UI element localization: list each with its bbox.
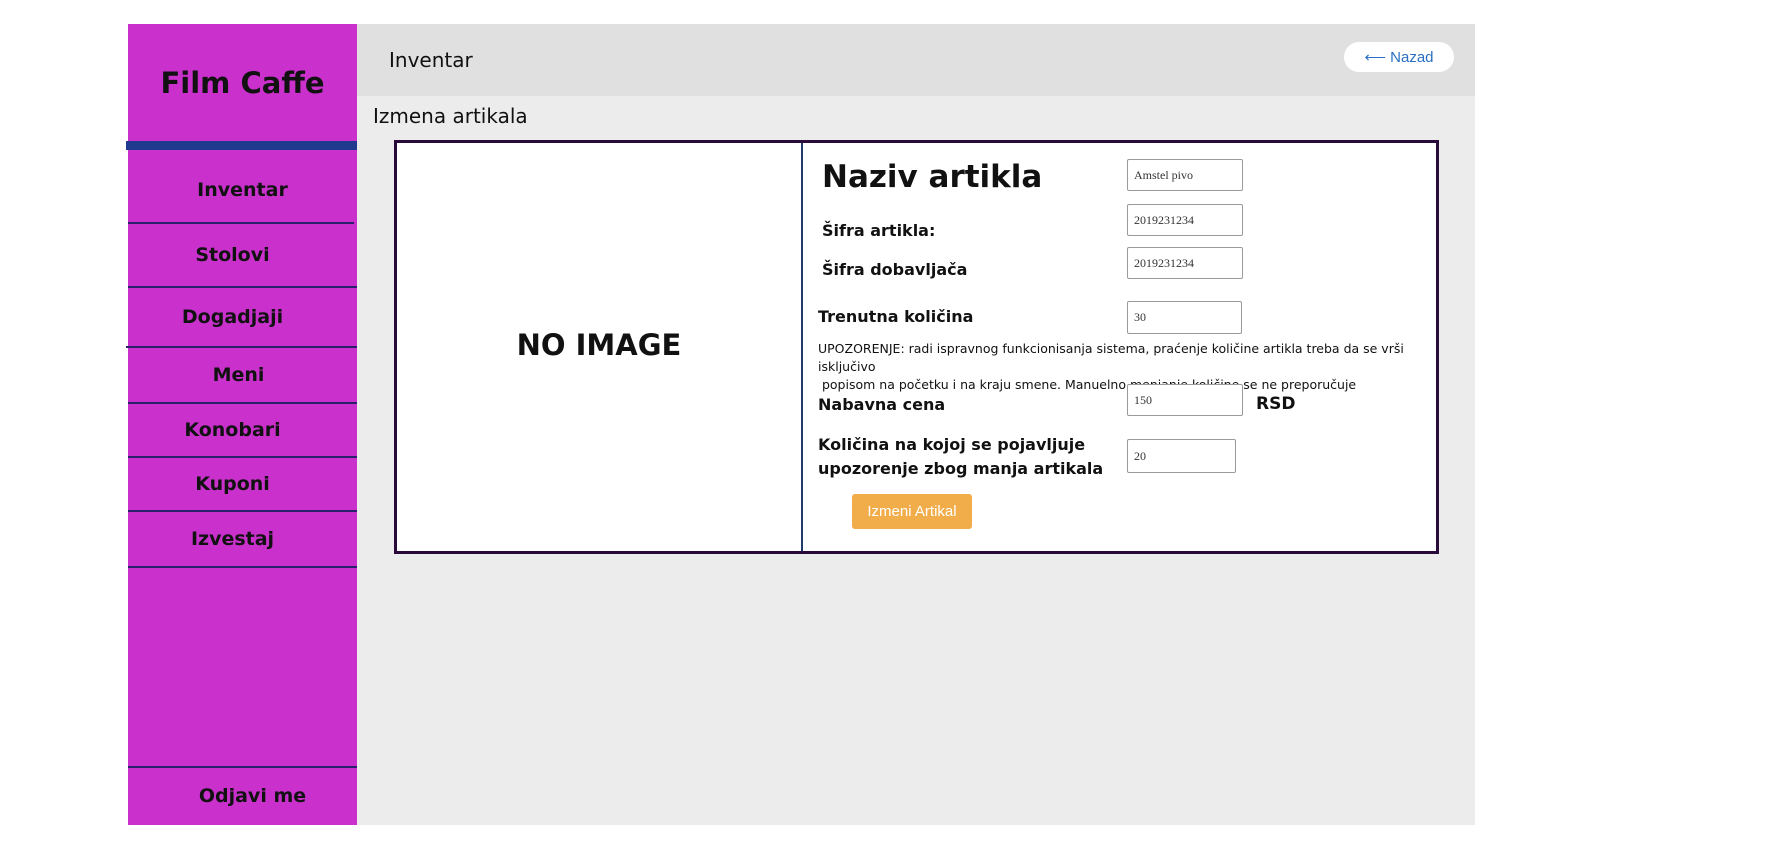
top-bar: Inventar ⟵ Nazad xyxy=(357,24,1475,96)
logout-button[interactable]: Odjavi me xyxy=(138,768,367,824)
quantity-label: Trenutna količina xyxy=(818,307,974,326)
no-image-label: NO IMAGE xyxy=(516,328,682,362)
warning-line-1: UPOZORENJE: radi ispravnog funkcionisanj… xyxy=(818,341,1404,374)
sidebar-item-dogadjaji[interactable]: Dogadjaji xyxy=(118,288,347,346)
item-image-placeholder: NO IMAGE xyxy=(397,143,803,551)
back-button[interactable]: ⟵ Nazad xyxy=(1344,42,1454,72)
sidebar-item-konobari[interactable]: Konobari xyxy=(118,404,347,456)
quantity-input[interactable] xyxy=(1127,301,1242,334)
edit-item-card: NO IMAGE Naziv artikla Šifra artikla: Ši… xyxy=(394,140,1439,554)
supplier-code-input[interactable] xyxy=(1127,247,1243,279)
main-content: Inventar ⟵ Nazad Izmena artikala NO IMAG… xyxy=(357,24,1475,825)
purchase-price-input[interactable] xyxy=(1127,384,1243,416)
section-title: Izmena artikala xyxy=(373,104,528,128)
nav-divider xyxy=(128,566,357,568)
sidebar-item-kuponi[interactable]: Kuponi xyxy=(118,458,347,510)
item-code-input[interactable] xyxy=(1127,204,1243,236)
threshold-label: Količina na kojoj se pojavljuje upozoren… xyxy=(818,433,1103,481)
currency-unit: RSD xyxy=(1256,394,1296,414)
update-item-button[interactable]: Izmeni Artikal xyxy=(852,494,972,529)
sidebar-item-stolovi[interactable]: Stolovi xyxy=(118,224,347,286)
item-name-input[interactable] xyxy=(1127,159,1243,191)
sidebar-item-inventar[interactable]: Inventar xyxy=(128,164,357,216)
sidebar-item-izvestaj[interactable]: Izvestaj xyxy=(118,512,347,566)
item-code-label: Šifra artikla: xyxy=(822,221,936,240)
supplier-code-label: Šifra dobavljača xyxy=(822,260,968,279)
item-name-label: Naziv artikla xyxy=(822,159,1043,195)
purchase-price-label: Nabavna cena xyxy=(818,395,946,414)
brand-divider xyxy=(126,141,358,150)
threshold-label-line-1: Količina na kojoj se pojavljuje xyxy=(818,435,1086,454)
quantity-warning-text: UPOZORENJE: radi ispravnog funkcionisanj… xyxy=(818,340,1428,394)
warning-line-2: popisom na početku i na kraju smene. Man… xyxy=(818,377,1357,392)
brand-logo: Film Caffe xyxy=(160,65,325,100)
warning-threshold-input[interactable] xyxy=(1127,439,1236,473)
sidebar: Film Caffe Inventar Stolovi Dogadjaji Me… xyxy=(126,24,358,825)
threshold-label-line-2: upozorenje zbog manja artikala xyxy=(818,459,1104,478)
page-title: Inventar xyxy=(389,48,473,72)
sidebar-item-meni[interactable]: Meni xyxy=(124,348,353,402)
